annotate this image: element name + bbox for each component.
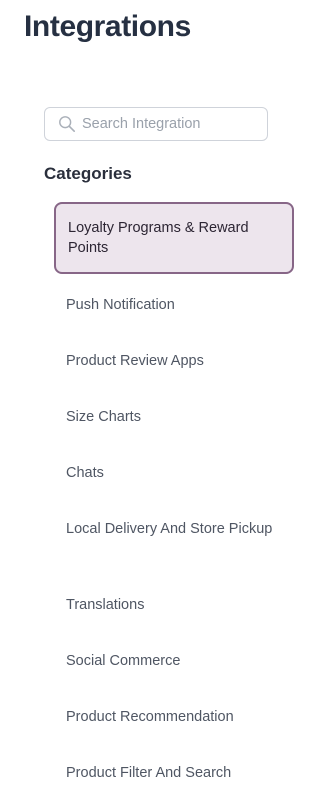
search-icon xyxy=(59,116,76,133)
search-input[interactable] xyxy=(82,116,252,132)
category-item-loyalty-programs[interactable]: Loyalty Programs & Reward Points xyxy=(54,202,294,274)
category-item-push-notification[interactable]: Push Notification xyxy=(66,295,276,315)
category-item-product-filter-search[interactable]: Product Filter And Search xyxy=(66,763,276,783)
page-title: Integrations xyxy=(24,10,191,43)
category-item-size-charts[interactable]: Size Charts xyxy=(66,407,276,427)
category-item-product-review-apps[interactable]: Product Review Apps xyxy=(66,351,276,371)
categories-heading: Categories xyxy=(44,164,132,183)
category-item-local-delivery[interactable]: Local Delivery And Store Pickup xyxy=(66,519,276,539)
category-item-product-recommendation[interactable]: Product Recommendation xyxy=(66,707,276,727)
category-item-social-commerce[interactable]: Social Commerce xyxy=(66,651,276,671)
category-item-translations[interactable]: Translations xyxy=(66,595,276,615)
search-box[interactable] xyxy=(44,107,268,141)
integrations-panel: Integrations Categories Loyalty Programs… xyxy=(0,0,301,790)
category-item-chats[interactable]: Chats xyxy=(66,463,276,483)
